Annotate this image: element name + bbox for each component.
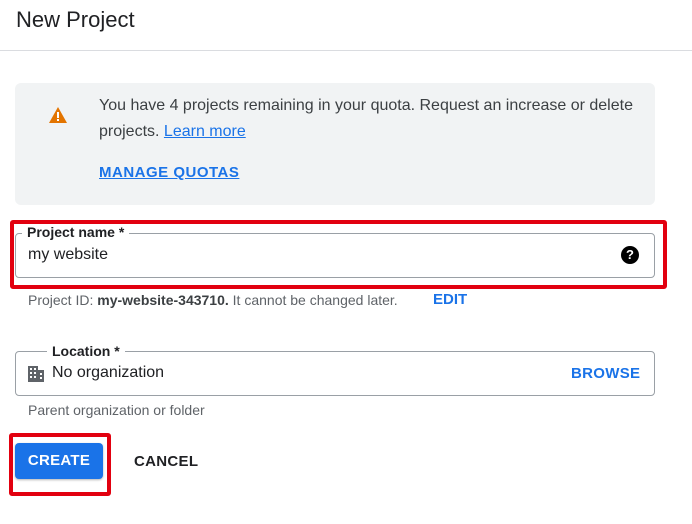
page-title: New Project xyxy=(16,7,135,32)
browse-button[interactable]: BROWSE xyxy=(571,365,640,382)
manage-quotas-link[interactable]: MANAGE QUOTAS xyxy=(99,164,239,181)
warning-icon xyxy=(49,107,67,123)
location-hint: Parent organization or folder xyxy=(28,402,205,418)
location-label: Location * xyxy=(47,343,125,359)
create-button[interactable]: CREATE xyxy=(15,443,103,479)
location-value: No organization xyxy=(52,364,165,381)
learn-more-link[interactable]: Learn more xyxy=(164,123,246,140)
quota-message: You have 4 projects remaining in your qu… xyxy=(99,93,639,145)
project-id-prefix: Project ID: xyxy=(28,292,94,308)
project-id-text: Project ID: my-website-343710. It cannot… xyxy=(28,292,398,308)
project-id-note: It cannot be changed later. xyxy=(232,292,398,308)
edit-project-id-button[interactable]: EDIT xyxy=(433,291,467,308)
project-name-label: Project name * xyxy=(22,224,130,240)
project-id-value: my-website-343710. xyxy=(97,292,229,308)
project-name-input[interactable]: my website xyxy=(28,246,108,264)
cancel-button[interactable]: CANCEL xyxy=(134,453,198,470)
help-icon[interactable]: ? xyxy=(621,246,639,264)
building-icon xyxy=(28,366,44,382)
dialog-header: New Project xyxy=(0,0,692,51)
